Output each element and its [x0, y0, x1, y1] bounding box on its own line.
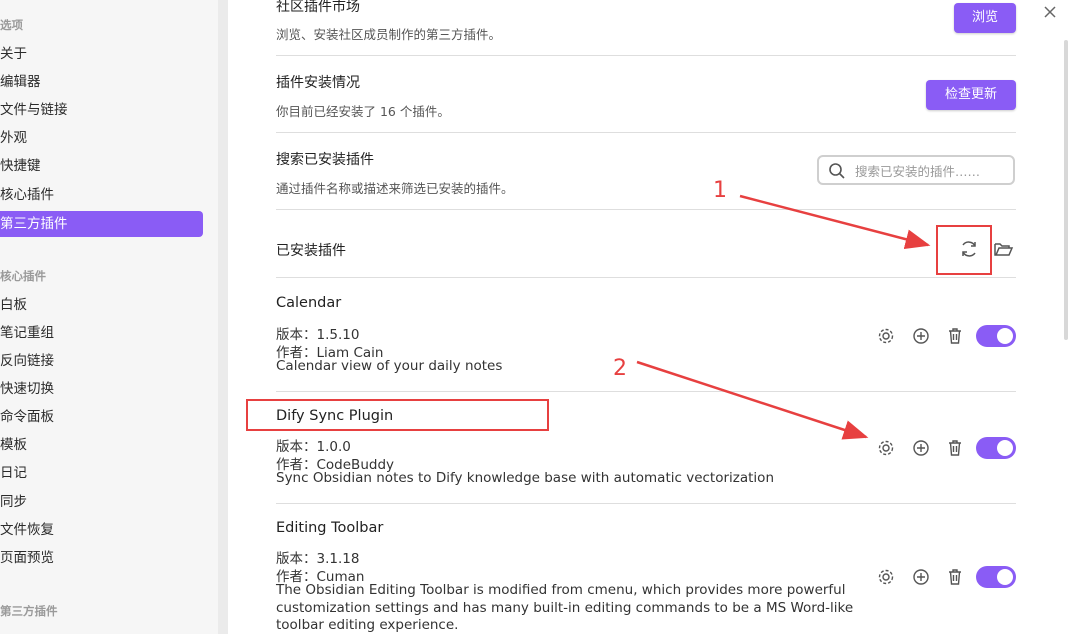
sidebar-item-backlinks[interactable]: 反向链接: [0, 348, 203, 374]
sidebar-item-sync[interactable]: 同步: [0, 489, 203, 515]
sidebar-item-about[interactable]: 关于: [0, 41, 203, 67]
toggle-knob: [997, 440, 1013, 456]
market-title: 社区插件市场: [276, 0, 360, 15]
search-title: 搜索已安装插件: [276, 152, 374, 168]
plugin-version: 版本：3.1.18: [276, 551, 360, 567]
divider: [276, 132, 1016, 133]
gear-icon[interactable]: [875, 325, 897, 347]
plugin-version: 版本：1.5.10: [276, 327, 360, 343]
sidebar-item-page-preview[interactable]: 页面预览: [0, 545, 203, 571]
install-status-desc: 你目前已经安装了 16 个插件。: [276, 104, 450, 119]
sidebar-item-hotkeys[interactable]: 快捷键: [0, 153, 203, 179]
sidebar-item-third-party-plugins[interactable]: 第三方插件: [0, 211, 203, 237]
plugin-enable-toggle[interactable]: [976, 437, 1016, 459]
sidebar-heading-options: 选项: [0, 18, 23, 32]
sidebar-item-core-plugins[interactable]: 核心插件: [0, 182, 203, 208]
add-hotkey-icon[interactable]: [910, 437, 932, 459]
plugin-version: 版本：1.0.0: [276, 439, 351, 455]
sidebar-heading-core: 核心插件: [0, 269, 46, 283]
sidebar-divider[interactable]: [218, 0, 228, 634]
sidebar-item-appearance[interactable]: 外观: [0, 125, 203, 151]
trash-icon[interactable]: [944, 566, 966, 588]
settings-sidebar: 选项 关于 编辑器 文件与链接 外观 快捷键 核心插件 第三方插件 核心插件 白…: [0, 0, 218, 634]
trash-icon[interactable]: [944, 437, 966, 459]
gear-icon[interactable]: [875, 437, 897, 459]
plugin-name: Editing Toolbar: [276, 520, 384, 536]
plugin-description: The Obsidian Editing Toolbar is modified…: [276, 582, 854, 633]
gear-icon[interactable]: [875, 566, 897, 588]
trash-icon[interactable]: [944, 325, 966, 347]
check-updates-button[interactable]: 检查更新: [926, 80, 1016, 110]
sidebar-item-quick-switcher[interactable]: 快速切换: [0, 376, 203, 402]
close-icon[interactable]: [1040, 2, 1060, 22]
divider: [276, 209, 1016, 210]
divider: [276, 391, 1016, 392]
sidebar-item-templates[interactable]: 模板: [0, 432, 203, 458]
add-hotkey-icon[interactable]: [910, 566, 932, 588]
annotation-box-plugin-name: [246, 399, 549, 431]
search-input[interactable]: [853, 160, 1007, 182]
sidebar-item-daily-notes[interactable]: 日记: [0, 460, 203, 486]
plugin-enable-toggle[interactable]: [976, 566, 1016, 588]
sidebar-heading-third-party: 第三方插件: [0, 604, 58, 618]
plugin-description: Calendar view of your daily notes: [276, 358, 503, 374]
search-field[interactable]: [817, 155, 1015, 185]
annotation-label-2: 2: [613, 356, 627, 381]
toggle-knob: [997, 569, 1013, 585]
plugin-description: Sync Obsidian notes to Dify knowledge ba…: [276, 470, 774, 486]
sidebar-item-file-recovery[interactable]: 文件恢复: [0, 517, 203, 543]
browse-button[interactable]: 浏览: [954, 3, 1016, 33]
sidebar-item-editor[interactable]: 编辑器: [0, 69, 203, 95]
search-icon: [828, 162, 846, 180]
scrollbar[interactable]: [1064, 40, 1068, 340]
toggle-knob: [997, 328, 1013, 344]
installed-plugins-title: 已安装插件: [276, 243, 346, 259]
install-status-title: 插件安装情况: [276, 75, 360, 91]
annotation-arrow-1: [739, 194, 931, 250]
sidebar-item-command-palette[interactable]: 命令面板: [0, 404, 203, 430]
sidebar-item-files-links[interactable]: 文件与链接: [0, 97, 203, 123]
open-plugins-folder-icon[interactable]: [992, 238, 1014, 260]
plugin-name: Calendar: [276, 295, 342, 311]
plugin-enable-toggle[interactable]: [976, 325, 1016, 347]
search-desc: 通过插件名称或描述来筛选已安装的插件。: [276, 181, 514, 196]
sidebar-item-canvas[interactable]: 白板: [0, 292, 203, 318]
divider: [276, 55, 1016, 56]
market-desc: 浏览、安装社区成员制作的第三方插件。: [276, 27, 502, 42]
divider: [276, 503, 1016, 504]
annotation-label-1: 1: [713, 178, 727, 203]
sidebar-item-note-composer[interactable]: 笔记重组: [0, 320, 203, 346]
divider: [276, 277, 1016, 278]
add-hotkey-icon[interactable]: [910, 325, 932, 347]
annotation-box-reload: [936, 225, 992, 275]
